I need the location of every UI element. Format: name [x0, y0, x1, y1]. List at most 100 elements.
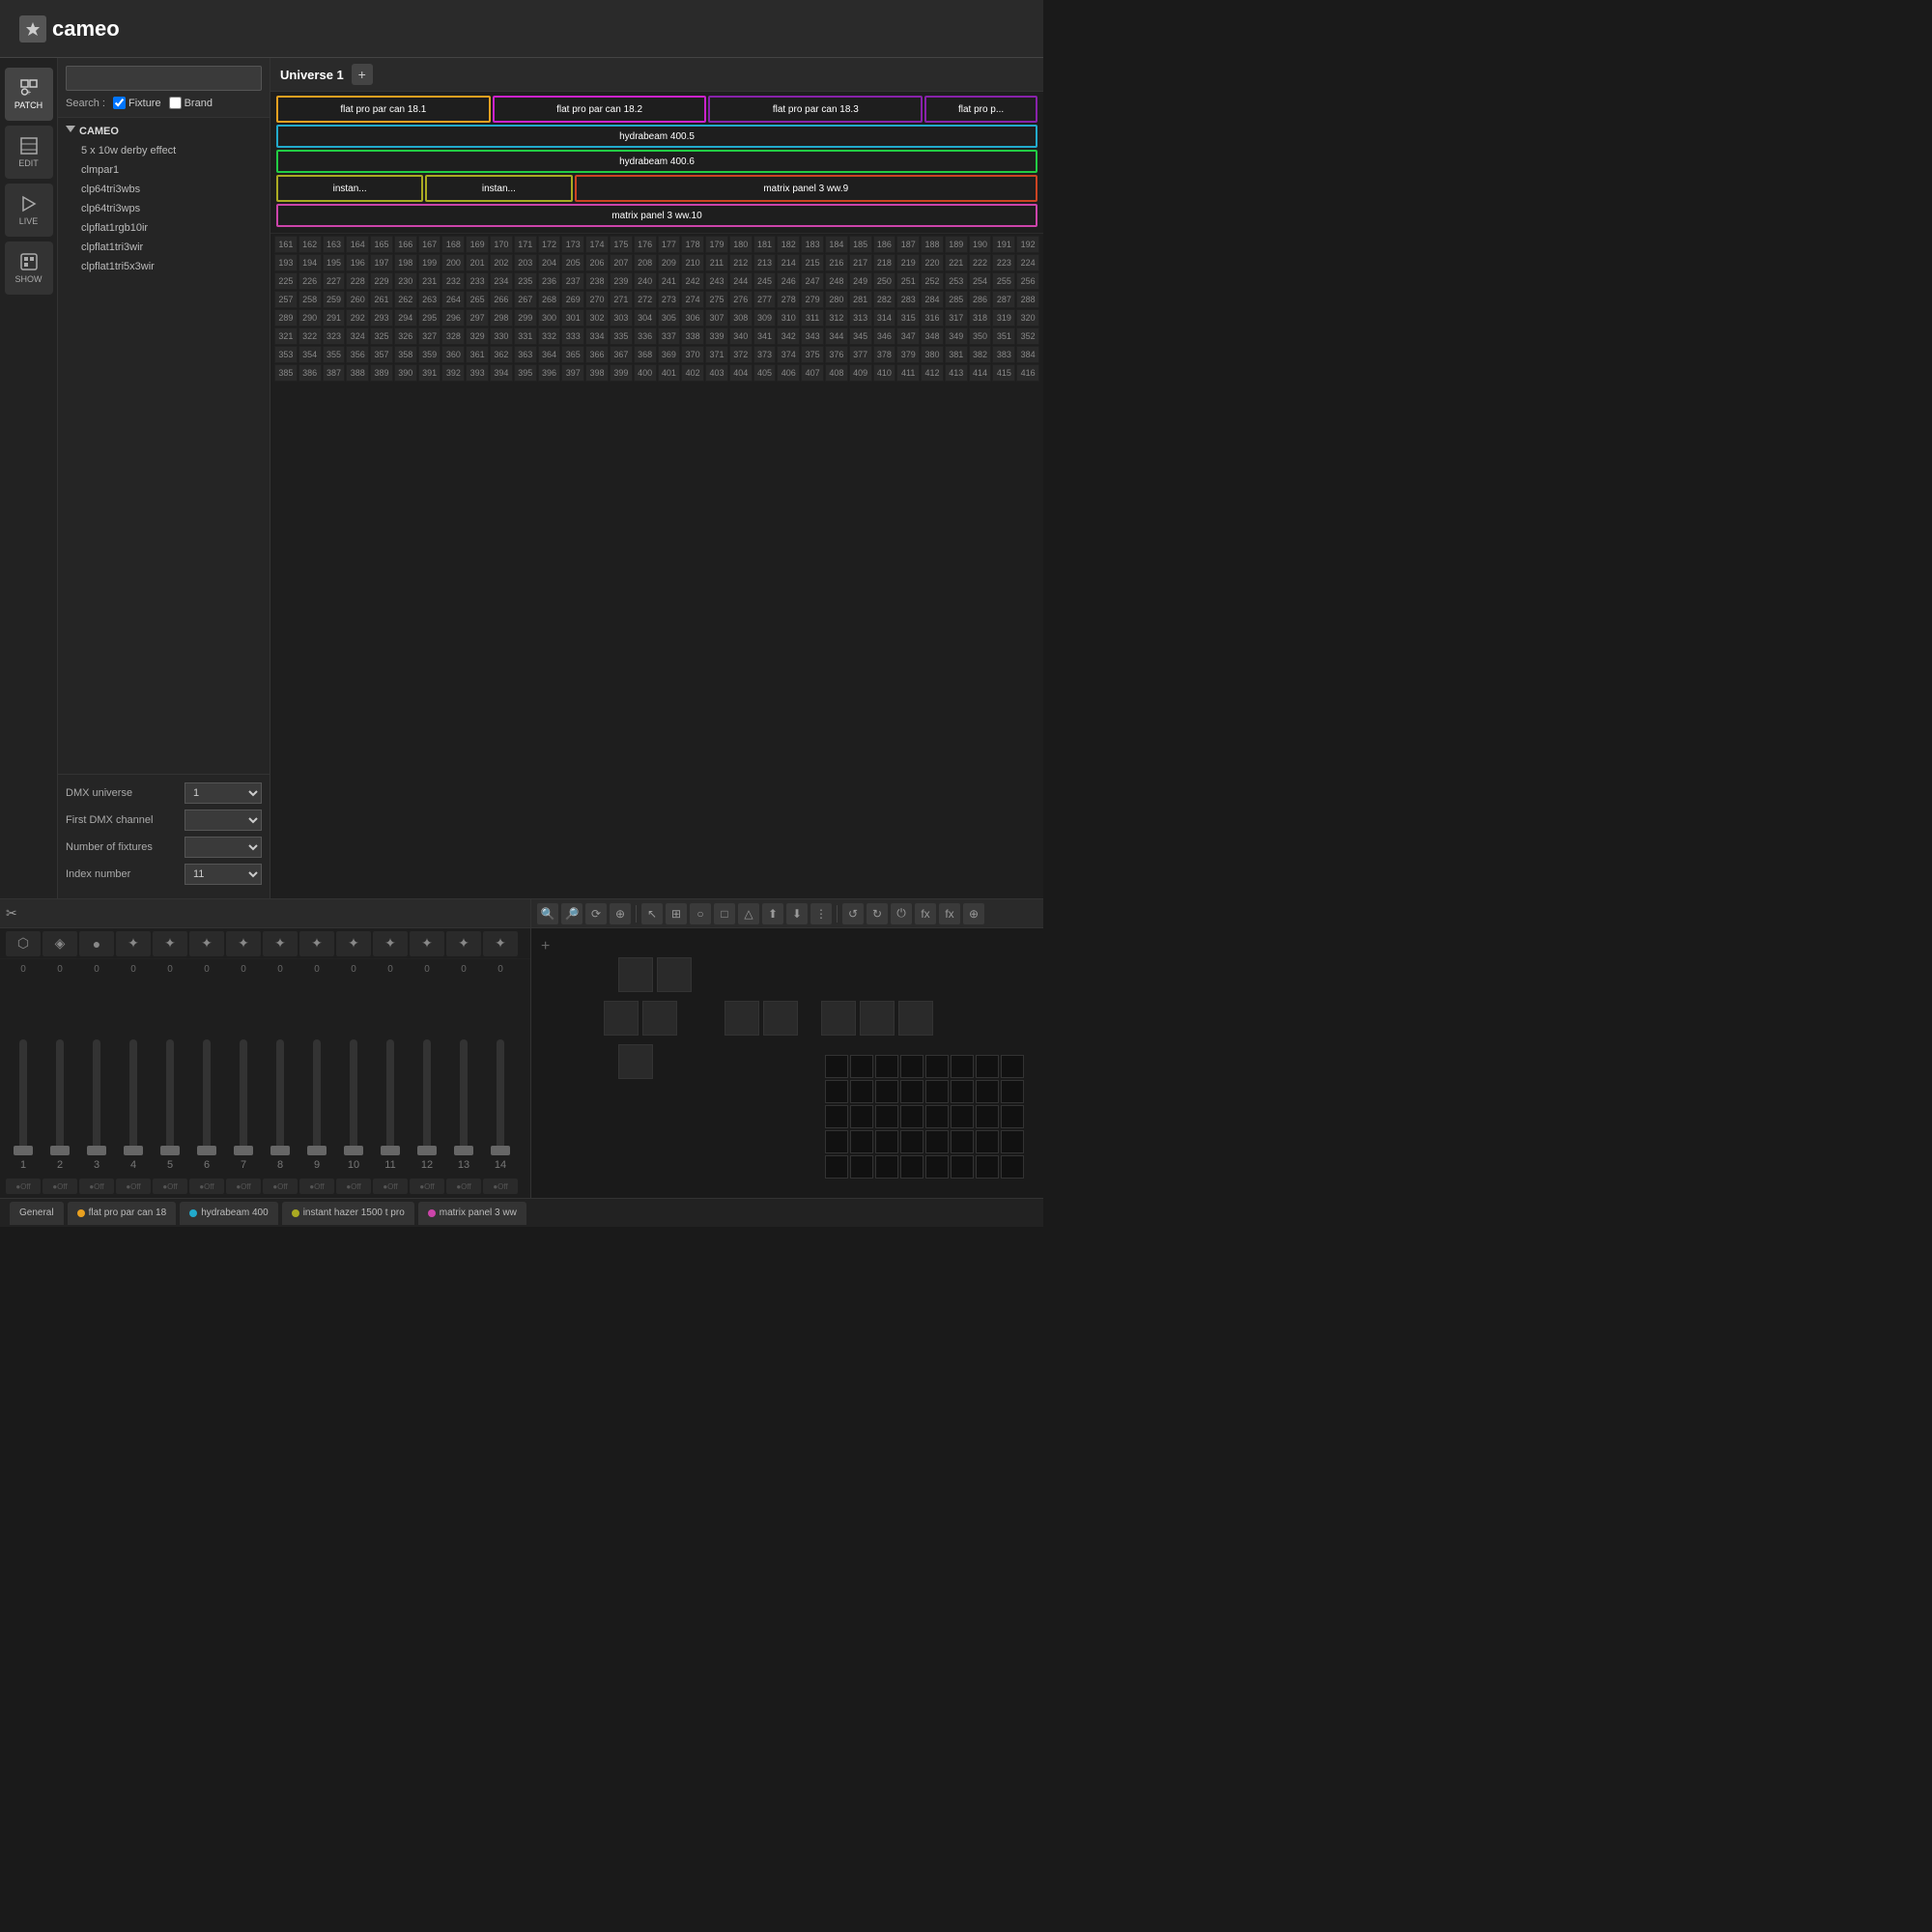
- dmx-cell[interactable]: 233: [466, 272, 489, 290]
- matrix-cell[interactable]: [951, 1080, 974, 1103]
- fixture-bar-flatpro-3[interactable]: flat pro par can 18.3: [708, 96, 923, 123]
- fader-icon-1[interactable]: ⬡: [6, 931, 41, 956]
- dmx-cell[interactable]: 336: [634, 327, 657, 345]
- dmx-cell[interactable]: 217: [849, 254, 872, 271]
- tab-flatpro[interactable]: flat pro par can 18: [68, 1202, 177, 1225]
- dmx-cell[interactable]: 396: [538, 364, 561, 382]
- matrix-cell[interactable]: [951, 1055, 974, 1078]
- fader-track-12[interactable]: [423, 1039, 431, 1155]
- dmx-cell[interactable]: 202: [490, 254, 513, 271]
- tab-instant[interactable]: instant hazer 1500 t pro: [282, 1202, 414, 1225]
- dmx-cell[interactable]: 209: [658, 254, 681, 271]
- dmx-cell[interactable]: 185: [849, 236, 872, 253]
- dmx-cell[interactable]: 199: [418, 254, 441, 271]
- matrix-cell[interactable]: [900, 1080, 923, 1103]
- dmx-cell[interactable]: 212: [729, 254, 753, 271]
- fader-thumb-12[interactable]: [417, 1146, 437, 1155]
- first-dmx-select[interactable]: [185, 810, 262, 831]
- search-input[interactable]: [66, 66, 262, 91]
- dmx-cell[interactable]: 363: [514, 346, 537, 363]
- dmx-cell[interactable]: 372: [729, 346, 753, 363]
- dmx-cell[interactable]: 356: [346, 346, 369, 363]
- dmx-cell[interactable]: 367: [610, 346, 633, 363]
- dmx-cell[interactable]: 299: [514, 309, 537, 327]
- dmx-cell[interactable]: 221: [945, 254, 968, 271]
- fader-thumb-10[interactable]: [344, 1146, 363, 1155]
- dmx-cell[interactable]: 381: [945, 346, 968, 363]
- fader-icon-3[interactable]: ●: [79, 931, 114, 956]
- dmx-cell[interactable]: 295: [418, 309, 441, 327]
- dmx-cell[interactable]: 328: [441, 327, 465, 345]
- dmx-cell[interactable]: 302: [585, 309, 609, 327]
- sidebar-btn-edit[interactable]: EDIT: [5, 126, 53, 179]
- dmx-cell[interactable]: 314: [873, 309, 896, 327]
- dmx-cell[interactable]: 203: [514, 254, 537, 271]
- dmx-cell[interactable]: 283: [896, 291, 920, 308]
- dmx-cell[interactable]: 292: [346, 309, 369, 327]
- viz-add-fixture-button[interactable]: +: [541, 938, 558, 955]
- fader-btn-12[interactable]: ●Off: [410, 1179, 444, 1194]
- dmx-cell[interactable]: 259: [323, 291, 346, 308]
- viz-tool-square[interactable]: □: [714, 903, 735, 924]
- dmx-cell[interactable]: 282: [873, 291, 896, 308]
- dmx-cell[interactable]: 332: [538, 327, 561, 345]
- fader-track-4[interactable]: [129, 1039, 137, 1155]
- fader-track-1[interactable]: [19, 1039, 27, 1155]
- dmx-cell[interactable]: 297: [466, 309, 489, 327]
- fader-icon-4[interactable]: ✦: [116, 931, 151, 956]
- tree-brand-cameo[interactable]: CAMEO: [58, 122, 270, 141]
- dmx-cell[interactable]: 214: [777, 254, 800, 271]
- fader-track-2[interactable]: [56, 1039, 64, 1155]
- viz-tool-cursor[interactable]: ↖: [641, 903, 663, 924]
- dmx-cell[interactable]: 229: [370, 272, 393, 290]
- dmx-cell[interactable]: 181: [753, 236, 777, 253]
- dmx-cell[interactable]: 176: [634, 236, 657, 253]
- dmx-cell[interactable]: 204: [538, 254, 561, 271]
- matrix-cell[interactable]: [951, 1105, 974, 1128]
- dmx-cell[interactable]: 238: [585, 272, 609, 290]
- dmx-cell[interactable]: 216: [825, 254, 848, 271]
- fader-btn-4[interactable]: ●Off: [116, 1179, 151, 1194]
- dmx-cell[interactable]: 242: [681, 272, 704, 290]
- fader-track-7[interactable]: [240, 1039, 247, 1155]
- matrix-cell[interactable]: [875, 1105, 898, 1128]
- matrix-cell[interactable]: [875, 1080, 898, 1103]
- dmx-cell[interactable]: 296: [441, 309, 465, 327]
- fader-icon-8[interactable]: ✦: [263, 931, 298, 956]
- dmx-cell[interactable]: 272: [634, 291, 657, 308]
- dmx-cell[interactable]: 248: [825, 272, 848, 290]
- dmx-cell[interactable]: 169: [466, 236, 489, 253]
- fader-thumb-13[interactable]: [454, 1146, 473, 1155]
- matrix-cell[interactable]: [951, 1130, 974, 1153]
- dmx-cell[interactable]: 391: [418, 364, 441, 382]
- fader-track-6[interactable]: [203, 1039, 211, 1155]
- dmx-cell[interactable]: 162: [298, 236, 322, 253]
- matrix-cell[interactable]: [900, 1130, 923, 1153]
- dmx-cell[interactable]: 194: [298, 254, 322, 271]
- dmx-cell[interactable]: 317: [945, 309, 968, 327]
- dmx-cell[interactable]: 201: [466, 254, 489, 271]
- dmx-cell[interactable]: 286: [969, 291, 992, 308]
- matrix-cell[interactable]: [1001, 1130, 1024, 1153]
- dmx-cell[interactable]: 344: [825, 327, 848, 345]
- viz-tool-add[interactable]: ⊕: [610, 903, 631, 924]
- dmx-cell[interactable]: 376: [825, 346, 848, 363]
- dmx-cell[interactable]: 395: [514, 364, 537, 382]
- dmx-cell[interactable]: 228: [346, 272, 369, 290]
- tree-item-2[interactable]: clp64tri3wbs: [58, 180, 270, 199]
- dmx-cell[interactable]: 394: [490, 364, 513, 382]
- dmx-cell[interactable]: 253: [945, 272, 968, 290]
- dmx-cell[interactable]: 189: [945, 236, 968, 253]
- dmx-cell[interactable]: 249: [849, 272, 872, 290]
- dmx-cell[interactable]: 246: [777, 272, 800, 290]
- dmx-cell[interactable]: 347: [896, 327, 920, 345]
- dmx-cell[interactable]: 404: [729, 364, 753, 382]
- fader-btn-1[interactable]: ●Off: [6, 1179, 41, 1194]
- fader-icon-14[interactable]: ✦: [483, 931, 518, 956]
- sidebar-btn-live[interactable]: LIVE: [5, 184, 53, 237]
- dmx-cell[interactable]: 322: [298, 327, 322, 345]
- fader-thumb-2[interactable]: [50, 1146, 70, 1155]
- fixture-bar-hydra-6[interactable]: hydrabeam 400.6: [276, 150, 1037, 173]
- dmx-cell[interactable]: 227: [323, 272, 346, 290]
- matrix-cell[interactable]: [900, 1155, 923, 1179]
